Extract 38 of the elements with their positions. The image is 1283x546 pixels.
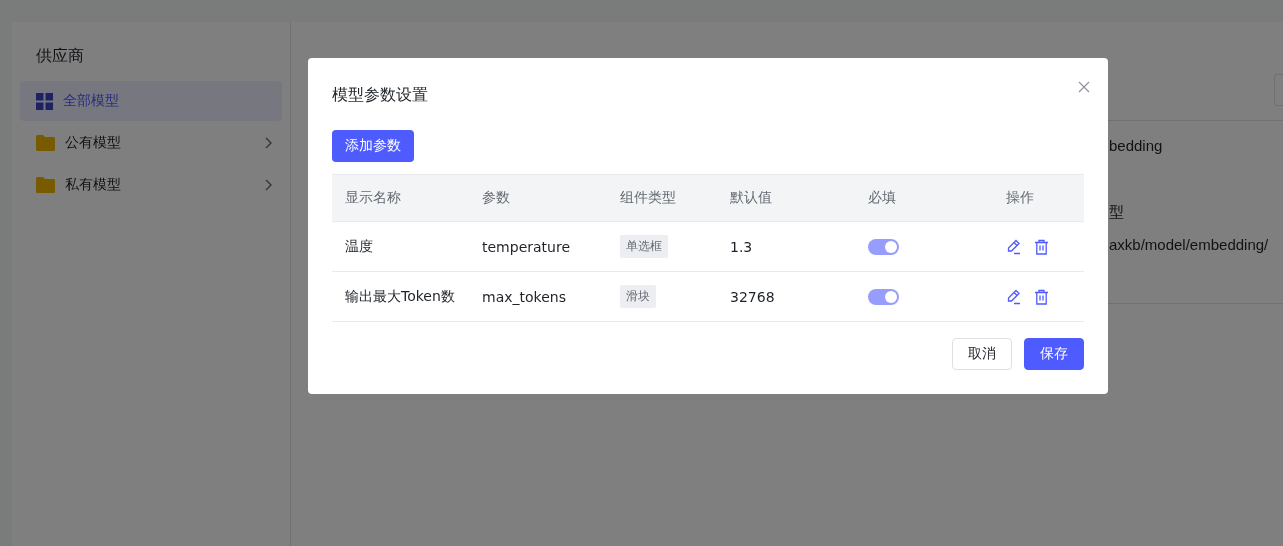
column-header: 参数 xyxy=(469,174,607,222)
cancel-button[interactable]: 取消 xyxy=(952,338,1012,370)
delete-button[interactable] xyxy=(1034,288,1049,305)
table-cell: temperature xyxy=(469,222,607,272)
column-header: 显示名称 xyxy=(332,174,469,222)
folder-icon xyxy=(36,135,55,151)
grid-icon xyxy=(36,92,53,110)
edit-button[interactable] xyxy=(1006,238,1022,255)
sidebar-title: 供应商 xyxy=(36,46,85,67)
column-header: 默认值 xyxy=(717,174,855,222)
edit-button[interactable] xyxy=(1006,288,1022,305)
column-header: 必填 xyxy=(855,174,993,222)
card-text: axkb/model/embedding/ xyxy=(1109,236,1269,253)
sidebar-item[interactable]: 公有模型 xyxy=(20,123,282,163)
pencil-icon xyxy=(1006,238,1022,255)
add-parameter-button[interactable]: 添加参数 xyxy=(332,130,414,162)
card-text: bedding xyxy=(1109,137,1163,154)
folder-icon xyxy=(36,177,55,193)
column-header: 组件类型 xyxy=(607,174,717,222)
component-tag: 滑块 xyxy=(620,285,656,308)
component-tag: 单选框 xyxy=(620,235,668,258)
trash-icon xyxy=(1034,238,1049,255)
table-cell: 温度 xyxy=(332,222,469,272)
sidebar-item[interactable]: 私有模型 xyxy=(20,165,282,205)
table-cell: 输出最大Token数 xyxy=(332,272,469,322)
close-icon xyxy=(1078,81,1090,93)
card-text: 型 xyxy=(1109,203,1124,222)
pencil-icon xyxy=(1006,288,1022,305)
table-cell: 1.3 xyxy=(717,222,855,272)
column-header: 操作 xyxy=(993,174,1084,222)
table-cell: 32768 xyxy=(717,272,855,322)
delete-button[interactable] xyxy=(1034,238,1049,255)
sidebar-item[interactable]: 全部模型 xyxy=(20,81,282,121)
trash-icon xyxy=(1034,288,1049,305)
dialog-title: 模型参数设置 xyxy=(332,84,428,106)
table-cell: max_tokens xyxy=(469,272,607,322)
save-button[interactable]: 保存 xyxy=(1024,338,1084,370)
close-button[interactable] xyxy=(1078,81,1090,93)
